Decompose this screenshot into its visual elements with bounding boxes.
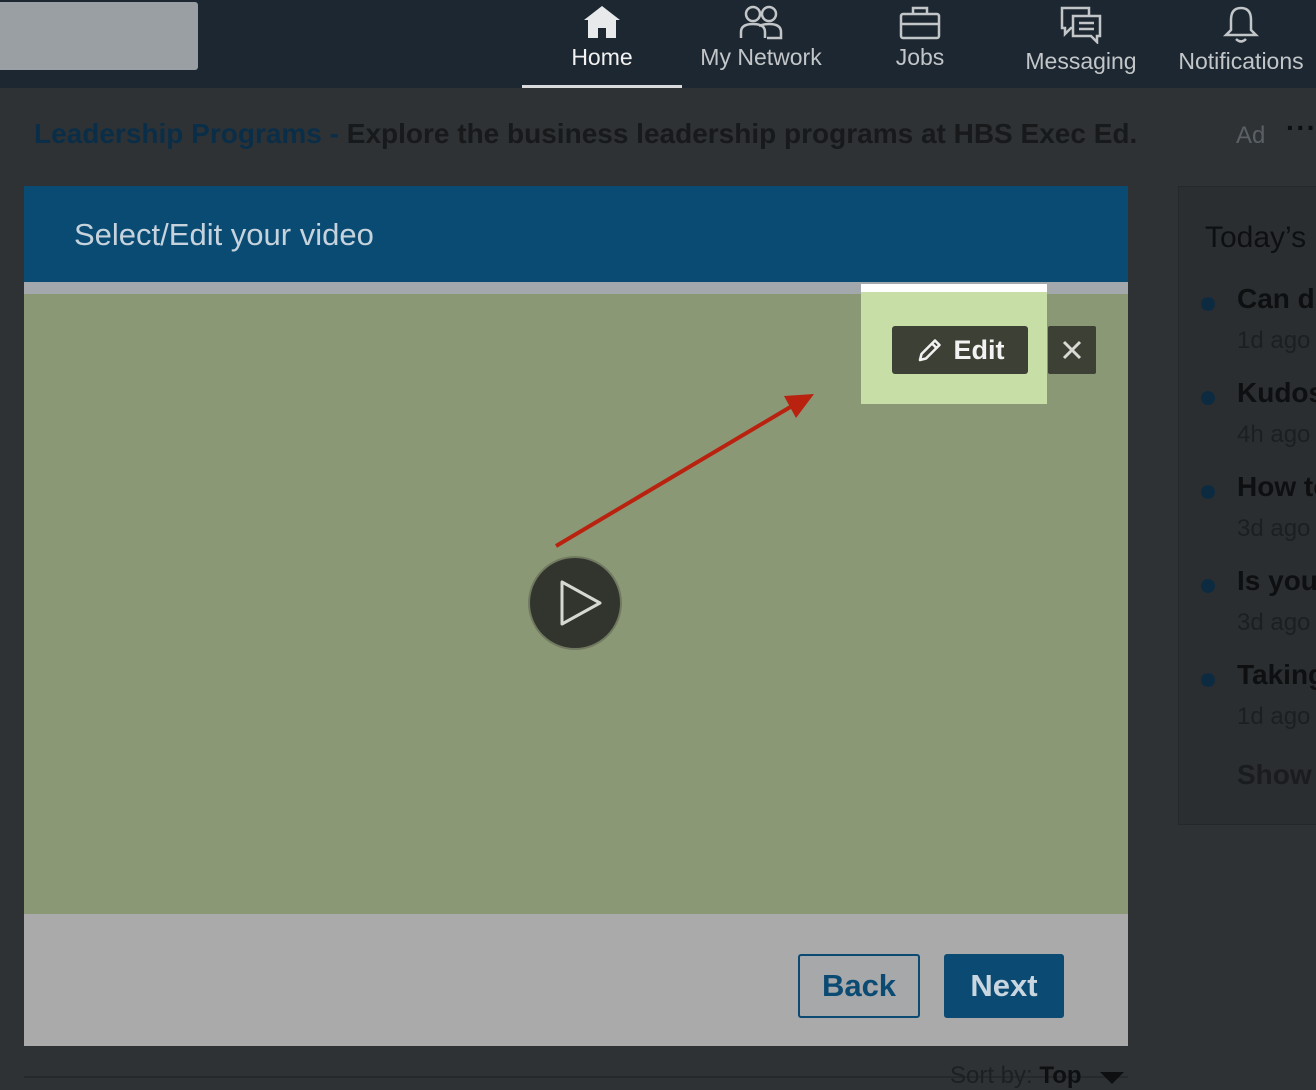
nav-my-network-label: My Network (700, 44, 822, 70)
panel-divider (1178, 824, 1316, 825)
show-more-button[interactable]: Show (1237, 759, 1312, 791)
play-icon (560, 580, 602, 626)
bell-icon (1222, 6, 1260, 43)
ad-more-options[interactable]: ··· (1286, 112, 1316, 144)
nav-home[interactable]: Home (522, 0, 682, 88)
news-headline[interactable]: Kudos (1237, 377, 1316, 409)
sort-value[interactable]: Top (1039, 1062, 1081, 1089)
news-headline[interactable]: Can dr (1237, 283, 1316, 315)
nav-jobs-label: Jobs (895, 44, 945, 70)
sort-dropdown[interactable]: Sort by: Top (950, 1062, 1082, 1090)
search-box-redacted[interactable] (0, 2, 198, 70)
briefcase-icon (899, 6, 941, 40)
nav-messaging-label: Messaging (1025, 48, 1137, 74)
home-icon (584, 6, 620, 38)
nav-home-label: Home (571, 44, 633, 70)
news-panel: Today’s Can dr 1d ago Kudos 4h ago How t… (1178, 186, 1316, 825)
chevron-down-icon[interactable] (1100, 1072, 1124, 1084)
messaging-icon (1060, 6, 1102, 44)
bullet-icon (1201, 391, 1215, 405)
news-meta: 1d ago (1237, 327, 1311, 354)
news-panel-title: Today’s (1205, 221, 1307, 254)
news-headline[interactable]: Taking (1237, 659, 1316, 691)
news-headline[interactable]: How to (1237, 471, 1316, 503)
network-icon (739, 5, 783, 40)
news-meta: 1d ago (1237, 703, 1311, 730)
nav-messaging[interactable]: Messaging (1010, 0, 1152, 88)
nav-notifications-label: Notifications (1178, 48, 1304, 74)
news-headline[interactable]: Is you (1237, 565, 1316, 597)
news-meta: 4h ago (1237, 421, 1311, 448)
top-nav: Home My Network Jobs Messaging Notificat… (0, 0, 1316, 88)
next-button[interactable]: Next (944, 954, 1064, 1018)
nav-notifications[interactable]: Notifications (1166, 0, 1316, 88)
play-button[interactable] (528, 556, 622, 650)
news-meta: 3d ago (1237, 515, 1311, 542)
ad-separator: - (321, 118, 347, 149)
bullet-icon (1201, 485, 1215, 499)
bullet-icon (1201, 297, 1215, 311)
ad-link[interactable]: Leadership Programs (34, 118, 322, 149)
sort-label: Sort by: (950, 1062, 1033, 1089)
nav-jobs[interactable]: Jobs (860, 0, 980, 88)
ad-banner[interactable]: Leadership Programs - Explore the busine… (34, 118, 1137, 150)
back-button[interactable]: Back (798, 954, 920, 1018)
news-meta: 3d ago (1237, 609, 1311, 636)
bullet-icon (1201, 579, 1215, 593)
bullet-icon (1201, 673, 1215, 687)
video-edit-modal: Select/Edit your video Edit Back Next (24, 186, 1128, 1046)
ad-text[interactable]: Explore the business leadership programs… (347, 118, 1137, 149)
ad-label: Ad (1236, 122, 1266, 149)
nav-my-network[interactable]: My Network (682, 0, 840, 88)
